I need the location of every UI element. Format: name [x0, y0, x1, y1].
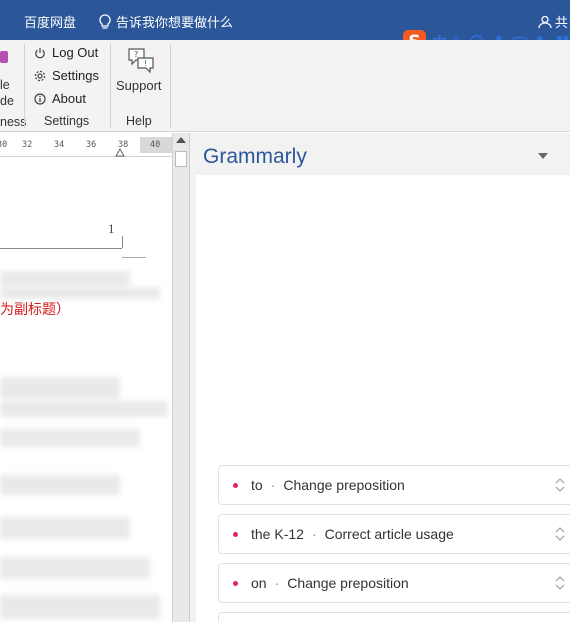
logout-label: Log Out: [52, 45, 99, 60]
separator: ·: [311, 526, 317, 542]
share-label: 共: [555, 15, 569, 30]
header-rule: [0, 248, 122, 249]
suggestion-card-partial[interactable]: [218, 612, 570, 622]
tell-me-label: 告诉我你想要做什么: [116, 15, 234, 30]
document-canvas[interactable]: 30 32 34 36 38 40 1 为副标题）: [0, 133, 172, 622]
redacted-text: [0, 401, 168, 417]
settings-group: Log Out Settings About Settings: [0, 40, 110, 132]
gear-icon: [34, 70, 46, 81]
ribbon: le de ness Log Out Settings About Settin…: [0, 40, 570, 132]
support-label: Support: [116, 78, 162, 93]
grammarly-title: Grammarly: [203, 145, 307, 168]
suggestion-word: to: [251, 477, 263, 493]
indent-marker-icon[interactable]: [115, 147, 125, 157]
tell-me-search[interactable]: 告诉我你想要做什么: [98, 12, 233, 31]
horizontal-ruler: 30 32 34 36 38 40: [0, 133, 172, 157]
scroll-thumb[interactable]: [175, 151, 187, 167]
error-dot-icon: [233, 531, 238, 537]
ruler-label: 32: [22, 140, 33, 150]
subtitle-note: 为副标题）: [0, 301, 70, 317]
separator: ·: [274, 575, 280, 591]
grammarly-suggestions-area: to · Change preposition the K-12 · Corre…: [196, 175, 570, 622]
error-dot-icon: [233, 580, 238, 586]
about-button[interactable]: About: [34, 91, 86, 106]
page-number: 1: [108, 221, 115, 236]
power-icon: [35, 47, 45, 58]
redacted-text: [0, 517, 130, 539]
suggestion-word: on: [251, 575, 267, 591]
about-label: About: [52, 91, 86, 106]
suggestion-action: Change preposition: [283, 477, 405, 493]
scroll-up-icon[interactable]: [176, 137, 186, 143]
suggestion-action: Change preposition: [287, 575, 409, 591]
separator: ·: [270, 477, 276, 493]
error-dot-icon: [233, 482, 238, 488]
suggestion-word: the K-12: [251, 526, 304, 542]
redacted-text: [0, 557, 150, 579]
settings-group-label: Settings: [44, 114, 90, 128]
suggestion-card[interactable]: to · Change preposition: [218, 465, 570, 505]
lightbulb-icon: [99, 13, 111, 29]
redacted-text: [0, 271, 130, 287]
grammarly-panel: Grammarly to · Change preposition the K-…: [189, 133, 570, 622]
support-chat-icon: ? !: [128, 48, 154, 74]
suggestion-card[interactable]: on · Change preposition: [218, 563, 570, 603]
baidu-netdisk-tab[interactable]: 百度网盘: [24, 12, 76, 31]
share-button[interactable]: 共: [538, 12, 568, 31]
support-button[interactable]: ? ! Support: [110, 44, 170, 100]
person-icon: [538, 15, 552, 28]
ribbon-divider: [170, 44, 171, 128]
ruler-label: 40: [150, 140, 161, 150]
expand-icon[interactable]: [555, 525, 565, 543]
help-group: ? ! Support Help: [110, 40, 170, 132]
info-icon: [34, 92, 46, 105]
redacted-text: [0, 287, 160, 299]
margin-corner: [122, 257, 146, 258]
settings-button[interactable]: Settings: [34, 68, 99, 83]
vertical-scrollbar[interactable]: [172, 133, 189, 622]
ruler-label: 36: [86, 140, 97, 150]
settings-label: Settings: [52, 68, 99, 83]
expand-icon[interactable]: [555, 476, 565, 494]
redacted-text: [0, 475, 120, 495]
suggestion-action: Correct article usage: [324, 526, 454, 542]
logout-button[interactable]: Log Out: [34, 45, 98, 60]
expand-icon[interactable]: [555, 574, 565, 592]
chevron-down-icon[interactable]: [538, 153, 548, 159]
redacted-text: [0, 429, 140, 447]
redacted-text: [0, 377, 120, 399]
margin-corner: [122, 236, 123, 248]
suggestion-card[interactable]: the K-12 · Correct article usage: [218, 514, 570, 554]
grammarly-header: Grammarly: [190, 133, 570, 175]
help-group-label: Help: [126, 114, 152, 128]
ruler-label: 30: [0, 140, 8, 150]
redacted-text: [0, 595, 160, 619]
ruler-label: 34: [54, 140, 65, 150]
svg-text:!: !: [144, 59, 147, 68]
